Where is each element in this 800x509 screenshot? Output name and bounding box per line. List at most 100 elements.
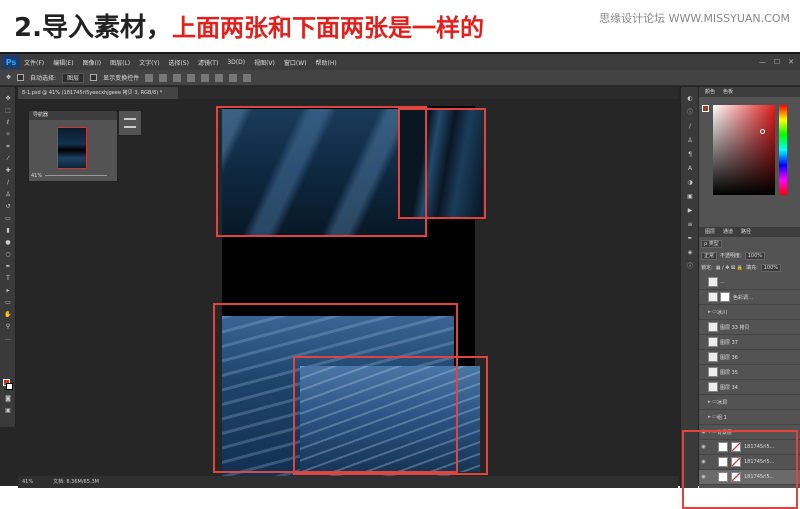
pen-tool-icon[interactable]: ✒ — [4, 263, 12, 270]
menu-layer[interactable]: 图层(L) — [110, 58, 130, 67]
layer-row[interactable]: 图层 35 — [699, 365, 800, 380]
lock-icons[interactable]: ▦ ∕ ✥ ⊠ 🔒 — [716, 263, 743, 273]
adjustments-icon[interactable]: ◑ — [686, 179, 694, 187]
layer-row[interactable]: ▸ ▭ 冰川 — [699, 305, 800, 320]
background-color-swatch[interactable] — [6, 383, 13, 390]
dodge-tool-icon[interactable]: ○ — [4, 251, 12, 258]
align-center-icon[interactable] — [201, 73, 210, 82]
align-bottom-icon[interactable] — [173, 73, 182, 82]
blur-tool-icon[interactable]: ● — [4, 239, 12, 246]
menu-filter[interactable]: 滤镜(T) — [198, 58, 218, 67]
blend-mode-dropdown[interactable]: 正常 — [701, 252, 718, 260]
layer-row[interactable]: ▸ ▭ 组 1 — [699, 410, 800, 425]
tab-color[interactable]: 颜色 — [705, 87, 715, 97]
align-middle-icon[interactable] — [159, 73, 168, 82]
color-picker-cursor[interactable] — [760, 129, 765, 134]
layer-row[interactable]: 色彩调… — [699, 290, 800, 305]
folder-icon[interactable]: ▸ ▭ — [708, 309, 717, 315]
status-bar: 41% 文档: 8.36M/65.3M — [18, 476, 678, 488]
shape-tool-icon[interactable]: ▭ — [4, 299, 12, 306]
layer-row[interactable]: ... — [699, 275, 800, 290]
tab-layers[interactable]: 图层 — [705, 227, 715, 237]
distribute-icon[interactable] — [229, 73, 238, 82]
document-tab[interactable]: 8-1.psd @ 41% (181745ri5yeecxhjgeee 拷贝 3… — [18, 87, 178, 99]
marquee-tool-icon[interactable]: ⬚ — [4, 107, 12, 114]
history-panel-icon[interactable]: ◐ — [686, 95, 694, 103]
align-left-icon[interactable] — [187, 73, 196, 82]
lasso-tool-icon[interactable]: ℓ — [4, 119, 12, 126]
layers-panel-tabs: 图层 通道 路径 — [699, 227, 800, 237]
color-panel-foreground[interactable] — [702, 105, 709, 112]
menu-file[interactable]: 文件(F) — [24, 58, 44, 67]
tab-paths[interactable]: 路径 — [741, 227, 751, 237]
layer-kind-filter[interactable]: ρ 类型 — [701, 240, 722, 248]
layer-row[interactable]: 图层 34 — [699, 380, 800, 395]
maximize-button[interactable]: ☐ — [774, 58, 780, 66]
folder-icon[interactable]: ▸ ▭ — [708, 399, 717, 405]
eraser-tool-icon[interactable]: ▭ — [4, 215, 12, 222]
show-transform-checkbox[interactable] — [90, 74, 98, 81]
path-select-icon[interactable]: ▸ — [4, 287, 12, 294]
navigator-title: 导航器 — [29, 111, 117, 120]
move-tool-icon[interactable]: ✥ — [4, 95, 12, 102]
minimize-button[interactable]: — — [759, 58, 766, 66]
stamp-tool-icon[interactable]: ♙ — [4, 191, 12, 198]
crop-tool-icon[interactable]: ⌗ — [4, 143, 12, 150]
eyedropper-icon[interactable]: ⁄ — [4, 155, 12, 162]
brush-tool-icon[interactable]: ∕ — [4, 179, 12, 186]
menu-window[interactable]: 窗口(W) — [284, 58, 307, 67]
gradient-tool-icon[interactable]: ▮ — [4, 227, 12, 234]
layer-row[interactable]: 图层 33 拷贝 — [699, 320, 800, 335]
histogram-icon[interactable] — [124, 118, 136, 120]
healing-brush-icon[interactable]: ✚ — [4, 167, 12, 174]
magic-wand-icon[interactable]: ✧ — [4, 131, 12, 138]
menu-type[interactable]: 文字(Y) — [139, 58, 159, 67]
layer-row[interactable]: 图层 36 — [699, 350, 800, 365]
auto-select-dropdown[interactable]: 图层 — [62, 72, 85, 83]
fill-input[interactable]: 100% — [760, 264, 782, 272]
align-top-icon[interactable] — [145, 73, 154, 82]
menu-3d[interactable]: 3D(D) — [227, 59, 245, 66]
layer-row[interactable]: ▸ ▭ 冰洞 — [699, 395, 800, 410]
move-tool-icon[interactable]: ✥ — [6, 74, 11, 81]
brush-panel-icon[interactable]: ∕ — [686, 123, 694, 131]
channels-panel-icon[interactable]: ◈ — [686, 249, 694, 257]
clone-source-icon[interactable]: ♙ — [686, 137, 694, 145]
hand-tool-icon[interactable]: ✋ — [4, 311, 12, 318]
paths-panel-icon[interactable]: ✒ — [686, 235, 694, 243]
properties-panel-icon[interactable]: ⓘ — [686, 109, 694, 117]
navigator-zoom-slider[interactable] — [45, 175, 107, 176]
tab-channels[interactable]: 通道 — [723, 227, 733, 237]
color-picker-field[interactable] — [713, 105, 775, 195]
history-brush-icon[interactable]: ↺ — [4, 203, 12, 210]
layer-thumbnail — [708, 382, 718, 392]
opacity-input[interactable]: 100% — [744, 252, 765, 260]
folder-icon[interactable]: ▸ ▭ — [708, 414, 717, 420]
menu-view[interactable]: 视图(V) — [254, 58, 275, 67]
menu-edit[interactable]: 编辑(E) — [53, 58, 73, 67]
close-button[interactable]: ✕ — [788, 58, 794, 66]
histogram-options-icon[interactable] — [124, 126, 136, 128]
styles-icon[interactable]: ▣ — [686, 193, 694, 201]
menu-help[interactable]: 帮助(H) — [316, 58, 337, 67]
tab-swatches[interactable]: 色板 — [723, 87, 733, 97]
type-tool-icon[interactable]: T — [4, 275, 12, 282]
more-tools-icon[interactable]: … — [4, 335, 12, 342]
layer-comps-icon[interactable]: ≡ — [686, 221, 694, 229]
3d-mode-icon[interactable] — [243, 73, 252, 82]
layer-row[interactable]: 图层 37 — [699, 335, 800, 350]
menu-select[interactable]: 选择(S) — [168, 58, 189, 67]
tutorial-caption: 2.导入素材， 上面两张和下面两张是一样的 思缘设计论坛 WWW.MISSYUA… — [0, 0, 800, 52]
zoom-tool-icon[interactable]: ⚲ — [4, 323, 12, 330]
hue-slider[interactable] — [779, 105, 787, 195]
auto-select-checkbox[interactable] — [17, 74, 25, 81]
info-panel-icon[interactable]: ⓘ — [686, 263, 694, 271]
character-icon[interactable]: A — [686, 165, 694, 173]
screen-mode-icon[interactable]: ▣ — [4, 407, 12, 414]
actions-icon[interactable]: ▶ — [686, 207, 694, 215]
align-right-icon[interactable] — [215, 73, 224, 82]
navigator-thumbnail[interactable] — [57, 127, 87, 169]
menu-image[interactable]: 图像(I) — [83, 58, 101, 67]
paragraph-icon[interactable]: ¶ — [686, 151, 694, 159]
quick-mask-icon[interactable]: ◙ — [4, 395, 12, 402]
